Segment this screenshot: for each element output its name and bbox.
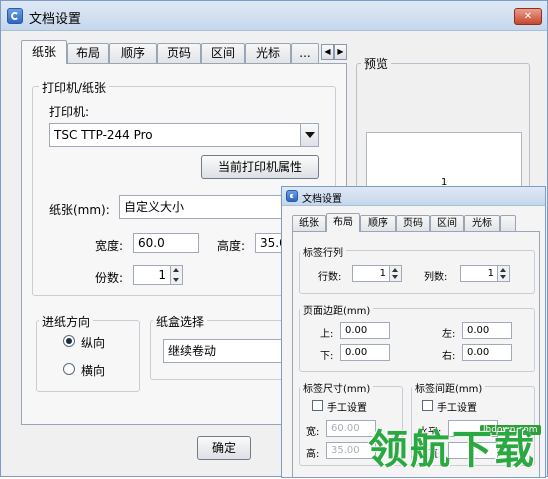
ok-button[interactable]: 确定 — [197, 436, 251, 460]
label-gap-manual-label: 手工设置 — [437, 403, 477, 414]
paper-tray-value: 继续卷动 — [168, 344, 217, 358]
label-height-value: 35.00 — [331, 445, 360, 456]
label-rows-cols-group: 标签行列 行数: 1 列数: 1 — [299, 244, 535, 294]
label-width-label: 宽: — [306, 427, 320, 438]
tab-layout[interactable]: 布局 — [67, 43, 109, 63]
portrait-radio[interactable] — [63, 335, 75, 347]
overlay-tab-page-number[interactable]: 页码 — [396, 215, 430, 231]
title-bar[interactable]: 文档设置 ✕ — [1, 1, 547, 31]
left-margin-label: 左: — [442, 329, 456, 340]
right-margin-input[interactable]: 0.00 — [462, 344, 512, 361]
preview-title: 预览 — [361, 55, 392, 72]
tab-paper[interactable]: 纸张 — [21, 40, 67, 64]
printer-select[interactable]: TSC TTP-244 Pro — [49, 123, 319, 147]
tab-scroll-right-icon[interactable]: ▶ — [334, 44, 347, 60]
copies-spin-icon[interactable] — [170, 266, 182, 284]
overlay-window-title: 文档设置 — [302, 194, 342, 205]
label-width-value: 60.00 — [331, 423, 360, 434]
window-title: 文档设置 — [29, 12, 82, 27]
paper-tray-title: 纸盒选择 — [153, 313, 208, 330]
copies-value: 1 — [158, 268, 166, 282]
overlay-tab-more[interactable] — [500, 215, 516, 231]
paper-size-value: 自定义大小 — [124, 200, 185, 214]
label-size-manual-checkbox[interactable] — [312, 400, 323, 411]
printer-select-value: TSC TTP-244 Pro — [54, 128, 153, 142]
rows-value: 1 — [379, 268, 386, 279]
cols-value: 1 — [487, 268, 494, 279]
copies-label: 份数: — [95, 271, 124, 285]
rows-stepper[interactable]: 1 — [352, 265, 402, 282]
overlay-tab-cursor[interactable]: 光标 — [464, 215, 500, 231]
tab-page-number[interactable]: 页码 — [157, 43, 201, 63]
overlay-tab-layout[interactable]: 布局 — [326, 213, 360, 232]
overlay-tab-order[interactable]: 顺序 — [360, 215, 396, 231]
height-label: 高度: — [217, 239, 246, 253]
printer-properties-button[interactable]: 当前打印机属性 — [201, 155, 319, 179]
overlay-title-bar[interactable]: 文档设置 — [282, 187, 545, 206]
label-gap-manual-checkbox[interactable] — [422, 400, 433, 411]
right-margin-value: 0.00 — [467, 347, 490, 358]
width-label: 宽度: — [95, 239, 124, 253]
page-margins-title: 页面边距(mm) — [300, 302, 374, 317]
rows-label: 行数: — [318, 272, 342, 283]
overlay-tab-range[interactable]: 区间 — [430, 215, 464, 231]
cols-stepper[interactable]: 1 — [460, 265, 510, 282]
bottom-margin-label: 下: — [320, 351, 334, 362]
chevron-down-icon[interactable] — [300, 124, 318, 146]
overlay-app-logo-icon — [286, 190, 298, 202]
label-rows-cols-title: 标签行列 — [300, 244, 346, 259]
paper-size-label: 纸张(mm): — [49, 203, 110, 217]
rows-spin-icon[interactable] — [389, 266, 401, 281]
preview-label-page: 1 — [366, 132, 522, 192]
feed-direction-title: 进纸方向 — [39, 313, 94, 330]
cols-spin-icon[interactable] — [497, 266, 509, 281]
tab-range[interactable]: 区间 — [201, 43, 245, 63]
close-icon[interactable]: ✕ — [514, 8, 542, 25]
bottom-margin-value: 0.00 — [345, 347, 368, 358]
left-margin-value: 0.00 — [467, 325, 490, 336]
label-gap-title: 标签间距(mm) — [412, 380, 486, 395]
page-margins-group: 页面边距(mm) 上: 0.00 左: 0.00 下: 0.00 右: 0.00 — [299, 302, 535, 372]
cols-label: 列数: — [424, 272, 448, 283]
tab-scroll-left-icon[interactable]: ◀ — [321, 44, 334, 60]
overlay-tab-paper[interactable]: 纸张 — [292, 215, 326, 231]
app-logo-icon — [7, 8, 23, 24]
left-margin-input[interactable]: 0.00 — [462, 322, 512, 339]
printer-paper-group-title: 打印机/纸张 — [39, 79, 110, 96]
watermark-logo: 领航下载 — [368, 427, 536, 473]
label-size-title: 标签尺寸(mm) — [300, 380, 374, 395]
label-height-label: 高: — [306, 449, 320, 460]
width-input[interactable]: 60.0 — [133, 233, 199, 253]
label-size-manual-label: 手工设置 — [327, 403, 367, 414]
copies-stepper[interactable]: 1 — [133, 265, 183, 285]
landscape-radio[interactable] — [63, 363, 75, 375]
tab-more[interactable]: ... — [291, 43, 319, 63]
width-value: 60.0 — [138, 236, 165, 250]
landscape-label: 横向 — [81, 364, 106, 378]
top-margin-input[interactable]: 0.00 — [340, 322, 390, 339]
top-margin-label: 上: — [320, 329, 334, 340]
top-margin-value: 0.00 — [345, 325, 368, 336]
right-margin-label: 右: — [442, 351, 456, 362]
tab-cursor[interactable]: 光标 — [245, 43, 291, 63]
bottom-margin-input[interactable]: 0.00 — [340, 344, 390, 361]
tab-order[interactable]: 顺序 — [109, 43, 157, 63]
portrait-label: 纵向 — [81, 336, 106, 350]
printer-label: 打印机: — [49, 105, 90, 119]
feed-direction-group: 进纸方向 纵向 横向 — [36, 313, 140, 392]
